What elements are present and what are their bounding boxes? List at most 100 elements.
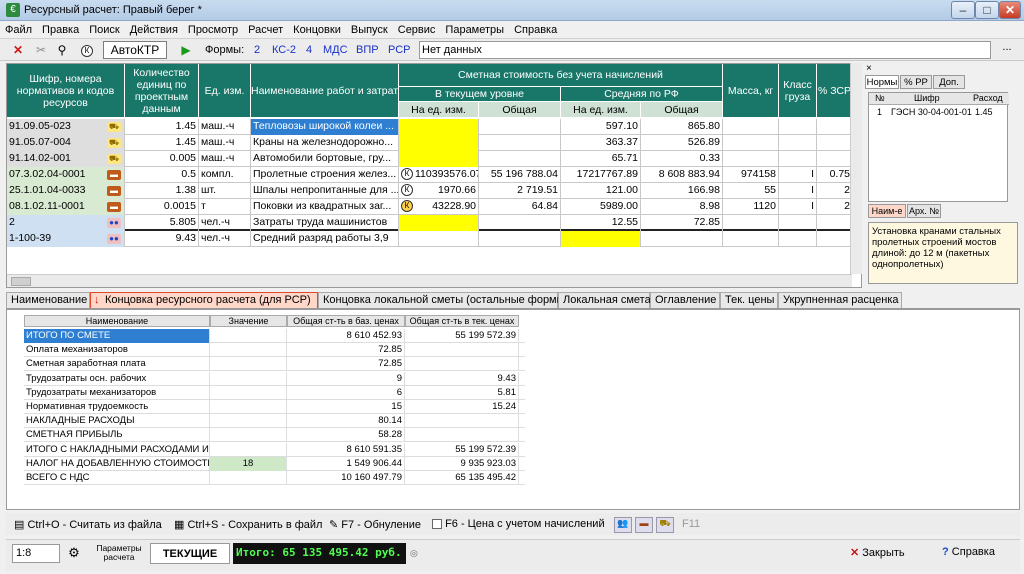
summary-row[interactable]: СМЕТНАЯ ПРИБЫЛЬ 58.28 [24, 428, 525, 443]
tab-norms[interactable]: Нормы [865, 75, 899, 89]
current-prices-button[interactable]: ТЕКУЩИЕ [150, 543, 230, 564]
calc-params-button[interactable]: Параметры расчета [90, 544, 148, 562]
cell-cargo[interactable] [779, 135, 817, 151]
menu-calc[interactable]: Расчет [243, 21, 288, 36]
summary-cell-value[interactable] [210, 329, 287, 343]
cell-zsr[interactable]: 2 [817, 199, 853, 215]
cut-icon[interactable]: ✂ [33, 42, 49, 58]
cell-avg-unit[interactable]: 17217767.89 [561, 167, 641, 183]
tab-rsr-ending[interactable]: ↓ Концовка ресурсного расчета (для РСР) [90, 292, 318, 308]
grid-horizontal-scrollbar[interactable] [7, 274, 852, 287]
cell-qty[interactable]: 1.45 [125, 119, 199, 135]
summary-row[interactable]: ИТОГО С НАКЛАДНЫМИ РАСХОДАМИ И СМЕТ 8 610… [24, 442, 525, 457]
cell-mass[interactable]: 55 [723, 183, 779, 199]
grid-row[interactable]: 91.09.05-023 1.45 маш.-ч Тепловозы широкой … [7, 119, 853, 135]
open-file-button[interactable]: ▤ Ctrl+O - Считать из файла [14, 518, 162, 531]
cell-avg-total[interactable]: 865.80 [641, 119, 723, 135]
summary-cell-base[interactable]: 6 [287, 385, 405, 400]
close-button[interactable]: ✕ Закрыть [850, 546, 905, 559]
people-filter-icon[interactable]: 👥 [614, 517, 632, 533]
truck-filter-icon[interactable]: ⛟ [656, 517, 674, 533]
tab-name[interactable]: Наим-е [868, 204, 906, 218]
cell-cargo[interactable] [779, 119, 817, 135]
k-mark-icon[interactable]: К [81, 44, 93, 57]
summary-cell-base[interactable]: 15 [287, 400, 405, 414]
cell-zsr[interactable]: 0.75 [817, 167, 853, 183]
cell-name[interactable]: Шпалы непропитанные для ... [251, 183, 399, 199]
maximize-button[interactable]: □ [975, 1, 999, 19]
cell-avg-total[interactable] [641, 231, 723, 247]
cell-name[interactable]: Затраты труда машинистов [251, 215, 399, 231]
summary-cell-value[interactable] [210, 442, 287, 457]
grid-row[interactable]: 1-100-39 9.43 чел.-ч Средний разряд работы … [7, 231, 853, 247]
summary-cell-value[interactable] [210, 385, 287, 400]
cell-avg-total[interactable]: 526.89 [641, 135, 723, 151]
summary-cell-name[interactable]: НАКЛАДНЫЕ РАСХОДЫ [24, 414, 210, 429]
summary-cell-value[interactable] [210, 343, 287, 358]
summary-row[interactable]: ИТОГО ПО СМЕТЕ 8 610 452.93 55 199 572.39 [24, 329, 525, 343]
cell-cur-total[interactable]: 64.84 [479, 199, 561, 215]
delete-icon[interactable]: ✕ [10, 42, 26, 58]
summary-cell-base[interactable]: 8 610 591.35 [287, 442, 405, 457]
cell-qty[interactable]: 0.0015 [125, 199, 199, 215]
binoculars-icon[interactable]: ⚲ [54, 42, 70, 58]
cell-zsr[interactable] [817, 151, 853, 167]
grid-row[interactable]: 91.05.07-004 1.45 маш.-ч Краны на железнодо… [7, 135, 853, 151]
cell-name[interactable]: Средний разряд работы 3,9 [251, 231, 399, 247]
grid-row[interactable]: 2 5.805 чел.-ч Затраты труда машинистов 12.5… [7, 215, 853, 231]
cell-cur-unit[interactable] [399, 231, 479, 247]
summary-row[interactable]: НАКЛАДНЫЕ РАСХОДЫ 80.14 [24, 414, 525, 429]
summary-cell-name[interactable]: Трудозатраты осн. рабочих [24, 371, 210, 386]
menu-edit[interactable]: Правка [37, 21, 84, 36]
cell-mass[interactable]: 974158 [723, 167, 779, 183]
tab-aggregated[interactable]: Укрупненная расценка [778, 292, 902, 308]
cell-name[interactable]: Тепловозы широкой колеи ... [251, 119, 399, 135]
cell-qty[interactable]: 1.45 [125, 135, 199, 151]
summary-cell-cur[interactable]: 5.81 [405, 385, 519, 400]
summary-cell-name[interactable]: ВСЕГО С НДС [24, 471, 210, 485]
form-link-4[interactable]: 4 [306, 44, 312, 56]
minimize-button[interactable]: – [951, 1, 975, 19]
form-link-2[interactable]: 2 [254, 44, 260, 56]
summary-cell-value[interactable] [210, 400, 287, 414]
window-close-button[interactable]: ✕ [999, 1, 1021, 19]
summary-cell-value[interactable]: 18 [210, 456, 287, 471]
summary-cell-value[interactable] [210, 471, 287, 485]
form-link-vpr[interactable]: ВПР [356, 44, 379, 56]
cell-cur-total[interactable] [479, 231, 561, 247]
cell-cur-total[interactable]: 55 196 788.04 [479, 167, 561, 183]
cell-avg-total[interactable]: 8.98 [641, 199, 723, 215]
grid-vertical-scrollbar[interactable] [850, 63, 862, 274]
summary-cell-value[interactable] [210, 357, 287, 372]
help-button[interactable]: ? Справка [942, 546, 995, 558]
grid-row[interactable]: 91.14.02-001 0.005 маш.-ч Автомобили бортов… [7, 151, 853, 167]
norms-row-rate[interactable]: 1.45 [975, 107, 993, 117]
cell-avg-unit[interactable]: 597.10 [561, 119, 641, 135]
cell-cur-total[interactable] [479, 135, 561, 151]
summary-cell-name[interactable]: Трудозатраты механизаторов [24, 385, 210, 400]
checkbox-box[interactable] [432, 519, 442, 530]
summary-cell-base[interactable]: 72.85 [287, 343, 405, 358]
cell-avg-unit[interactable]: 5989.00 [561, 199, 641, 215]
cell-qty[interactable]: 0.005 [125, 151, 199, 167]
cell-avg-total[interactable]: 0.33 [641, 151, 723, 167]
tab-local-estimate[interactable]: Локальная смета [558, 292, 651, 308]
cell-qty[interactable]: 5.805 [125, 215, 199, 231]
cell-avg-unit[interactable]: 363.37 [561, 135, 641, 151]
summary-row[interactable]: Трудозатраты механизаторов 6 5.81 [24, 385, 525, 400]
summary-cell-cur[interactable] [405, 343, 519, 358]
save-file-button[interactable]: ▦ Ctrl+S - Сохранить в файл [174, 518, 322, 531]
menu-endings[interactable]: Концовки [288, 21, 346, 36]
summary-cell-name[interactable]: Сметная заработная плата [24, 357, 210, 372]
summary-cell-value[interactable] [210, 414, 287, 429]
menu-view[interactable]: Просмотр [183, 21, 243, 36]
summary-cell-base[interactable]: 8 610 452.93 [287, 329, 405, 343]
scroll-thumb[interactable] [11, 277, 31, 286]
norms-row-code[interactable]: ГЭСН 30-04-001-01 [891, 107, 972, 117]
cell-mass[interactable] [723, 135, 779, 151]
summary-cell-cur[interactable]: 9.43 [405, 371, 519, 386]
avtoktr-button[interactable]: АвтоКТР [103, 41, 167, 59]
summary-row[interactable]: Оплата механизаторов 72.85 [24, 343, 525, 358]
cell-cur-unit[interactable] [399, 151, 479, 167]
summary-cell-name[interactable]: Оплата механизаторов [24, 343, 210, 358]
